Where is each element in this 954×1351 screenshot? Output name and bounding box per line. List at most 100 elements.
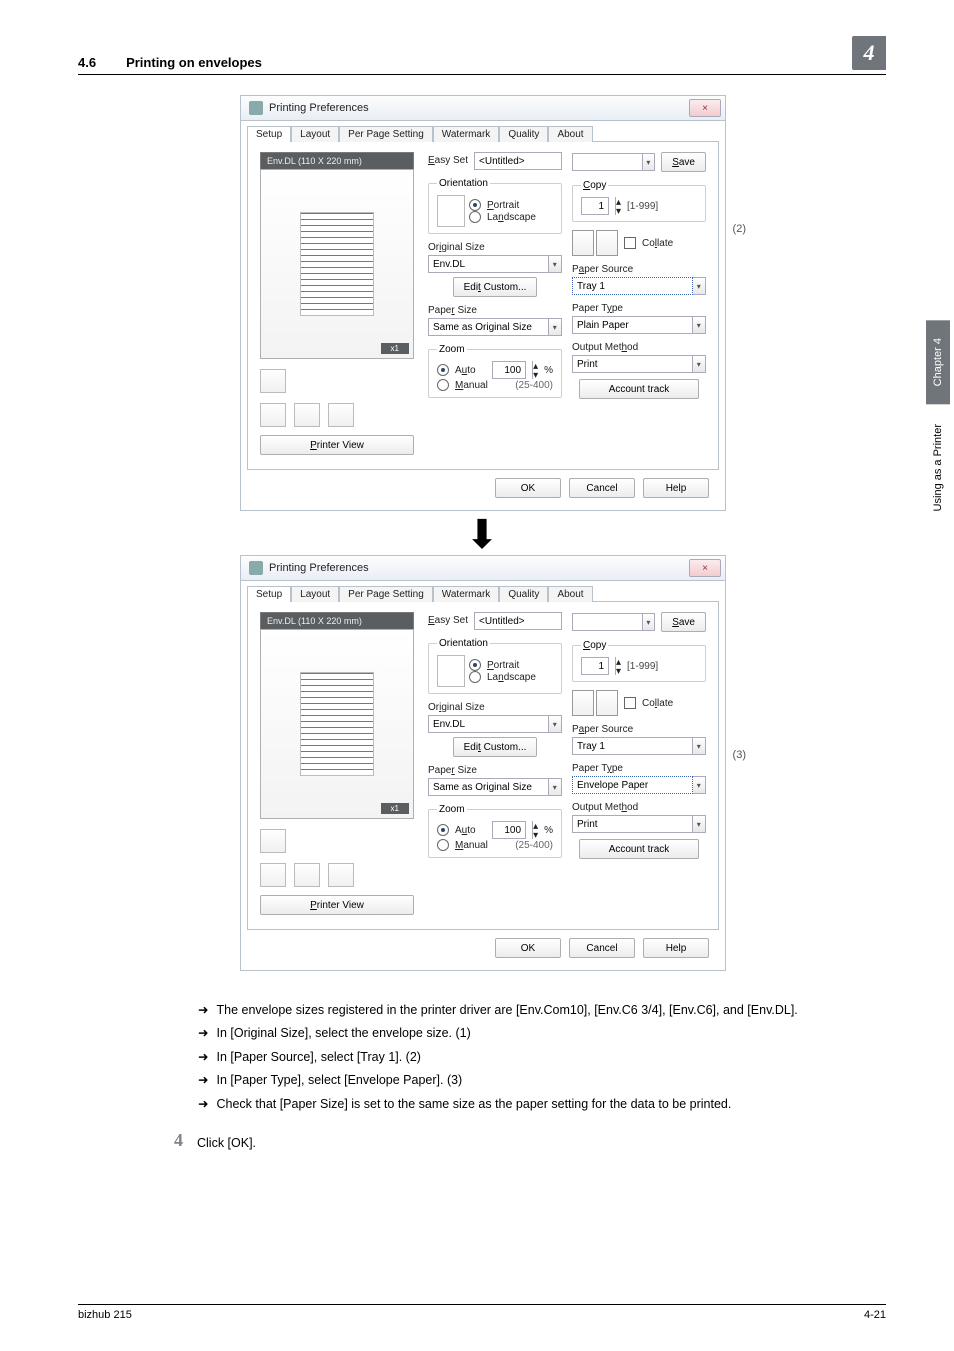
- chevron-down-icon[interactable]: ▾: [549, 778, 562, 796]
- bullet-4: In [Paper Type], select [Envelope Paper]…: [216, 1071, 462, 1090]
- printer-view-button[interactable]: Printer View: [260, 435, 414, 455]
- radio-zoom-auto[interactable]: [437, 824, 449, 836]
- radio-landscape[interactable]: [469, 211, 481, 223]
- arrow-icon: ➜: [198, 1024, 208, 1043]
- copy-value[interactable]: [581, 197, 609, 215]
- zoom-value[interactable]: [492, 821, 526, 839]
- easy-set-select[interactable]: [474, 612, 562, 630]
- spinner-up-icon[interactable]: ▴: [615, 197, 621, 206]
- chevron-down-icon[interactable]: ▾: [549, 715, 562, 733]
- account-track-button[interactable]: Account track: [579, 839, 699, 859]
- preview-mode-icon-1[interactable]: [260, 829, 286, 853]
- paper-source-select[interactable]: [572, 277, 693, 295]
- tab-quality[interactable]: Quality: [499, 586, 548, 602]
- radio-portrait[interactable]: [469, 199, 481, 211]
- original-size-select[interactable]: [428, 715, 549, 733]
- cancel-button[interactable]: Cancel: [569, 938, 635, 958]
- edit-custom-button[interactable]: Edit Custom...: [453, 737, 538, 757]
- chevron-down-icon[interactable]: ▾: [693, 737, 706, 755]
- tab-strip: Setup Layout Per Page Setting Watermark …: [241, 585, 725, 601]
- paper-source-label: Paper Source: [572, 264, 706, 275]
- help-button[interactable]: Help: [643, 478, 709, 498]
- spinner-up-icon[interactable]: ▴: [615, 657, 621, 666]
- easy-set-preset[interactable]: [572, 613, 643, 631]
- spinner-up-icon[interactable]: ▴: [532, 821, 538, 830]
- tab-perpage[interactable]: Per Page Setting: [339, 126, 433, 142]
- step-number: 4: [174, 1130, 183, 1151]
- edit-custom-button[interactable]: Edit Custom...: [453, 277, 538, 297]
- radio-portrait[interactable]: [469, 659, 481, 671]
- close-icon[interactable]: ×: [689, 99, 721, 117]
- tab-layout[interactable]: Layout: [291, 126, 339, 142]
- printer-view-button[interactable]: Printer View: [260, 895, 414, 915]
- preview-mode-icon-3[interactable]: [294, 403, 320, 427]
- easy-set-preset[interactable]: [572, 153, 643, 171]
- tab-setup[interactable]: Setup: [247, 126, 291, 142]
- output-method-select[interactable]: [572, 355, 693, 373]
- tab-watermark[interactable]: Watermark: [433, 586, 500, 602]
- chevron-down-icon[interactable]: ▾: [693, 316, 706, 334]
- chevron-down-icon[interactable]: ▾: [549, 255, 562, 273]
- copy-value[interactable]: [581, 657, 609, 675]
- tab-watermark[interactable]: Watermark: [433, 126, 500, 142]
- chevron-down-icon[interactable]: ▾: [549, 318, 562, 336]
- preview-mode-icon-1[interactable]: [260, 369, 286, 393]
- easy-set-select[interactable]: [474, 152, 562, 170]
- copy-group: Copy ▴ ▾ [1-999]: [572, 180, 706, 222]
- paper-size-select[interactable]: [428, 318, 549, 336]
- close-icon[interactable]: ×: [689, 559, 721, 577]
- save-button[interactable]: Save: [661, 152, 706, 172]
- titlebar: Printing Preferences ×: [241, 96, 725, 121]
- orientation-legend: Orientation: [437, 638, 490, 649]
- preview-mode-icon-4[interactable]: [328, 403, 354, 427]
- tab-quality[interactable]: Quality: [499, 126, 548, 142]
- spinner-down-icon[interactable]: ▾: [532, 830, 538, 839]
- chevron-down-icon[interactable]: ▾: [693, 277, 706, 295]
- ok-button[interactable]: OK: [495, 938, 561, 958]
- spinner-down-icon[interactable]: ▾: [532, 370, 538, 379]
- paper-type-select[interactable]: [572, 776, 693, 794]
- printing-preferences-dialog-after: Printing Preferences × Setup Layout Per …: [240, 555, 726, 971]
- original-size-select[interactable]: [428, 255, 549, 273]
- tab-about[interactable]: About: [548, 126, 592, 142]
- tab-about[interactable]: About: [548, 586, 592, 602]
- chevron-down-icon[interactable]: ▾: [693, 355, 706, 373]
- preview-mode-icon-2[interactable]: [260, 403, 286, 427]
- chevron-down-icon[interactable]: ▾: [643, 613, 656, 631]
- save-button[interactable]: Save: [661, 612, 706, 632]
- radio-landscape[interactable]: [469, 671, 481, 683]
- radio-zoom-manual[interactable]: [437, 839, 449, 851]
- preview-mode-icon-4[interactable]: [328, 863, 354, 887]
- tab-setup[interactable]: Setup: [247, 586, 291, 602]
- cancel-button[interactable]: Cancel: [569, 478, 635, 498]
- output-method-select[interactable]: [572, 815, 693, 833]
- arrow-icon: ➜: [198, 1048, 208, 1067]
- radio-zoom-manual[interactable]: [437, 379, 449, 391]
- output-method-label: Output Method: [572, 342, 706, 353]
- zoom-group: Zoom Auto ▴ ▾ %: [428, 344, 562, 398]
- spinner-down-icon[interactable]: ▾: [615, 206, 621, 215]
- bullet-5: Check that [Paper Size] is set to the sa…: [216, 1095, 731, 1114]
- step-text: Click [OK].: [197, 1130, 256, 1153]
- preview-mode-icon-2[interactable]: [260, 863, 286, 887]
- spinner-down-icon[interactable]: ▾: [615, 666, 621, 675]
- tab-perpage[interactable]: Per Page Setting: [339, 586, 433, 602]
- collate-icon: [572, 230, 618, 256]
- spinner-up-icon[interactable]: ▴: [532, 361, 538, 370]
- paper-size-select[interactable]: [428, 778, 549, 796]
- preview-mode-icon-3[interactable]: [294, 863, 320, 887]
- help-button[interactable]: Help: [643, 938, 709, 958]
- collate-checkbox[interactable]: [624, 697, 636, 709]
- chevron-down-icon[interactable]: ▾: [693, 776, 706, 794]
- chevron-down-icon[interactable]: ▾: [693, 815, 706, 833]
- account-track-button[interactable]: Account track: [579, 379, 699, 399]
- collate-checkbox[interactable]: [624, 237, 636, 249]
- radio-zoom-auto[interactable]: [437, 364, 449, 376]
- chevron-down-icon[interactable]: ▾: [643, 153, 656, 171]
- tab-layout[interactable]: Layout: [291, 586, 339, 602]
- paper-type-select[interactable]: [572, 316, 693, 334]
- zoom-value[interactable]: [492, 361, 526, 379]
- ok-button[interactable]: OK: [495, 478, 561, 498]
- paper-source-select[interactable]: [572, 737, 693, 755]
- app-icon: [249, 101, 263, 115]
